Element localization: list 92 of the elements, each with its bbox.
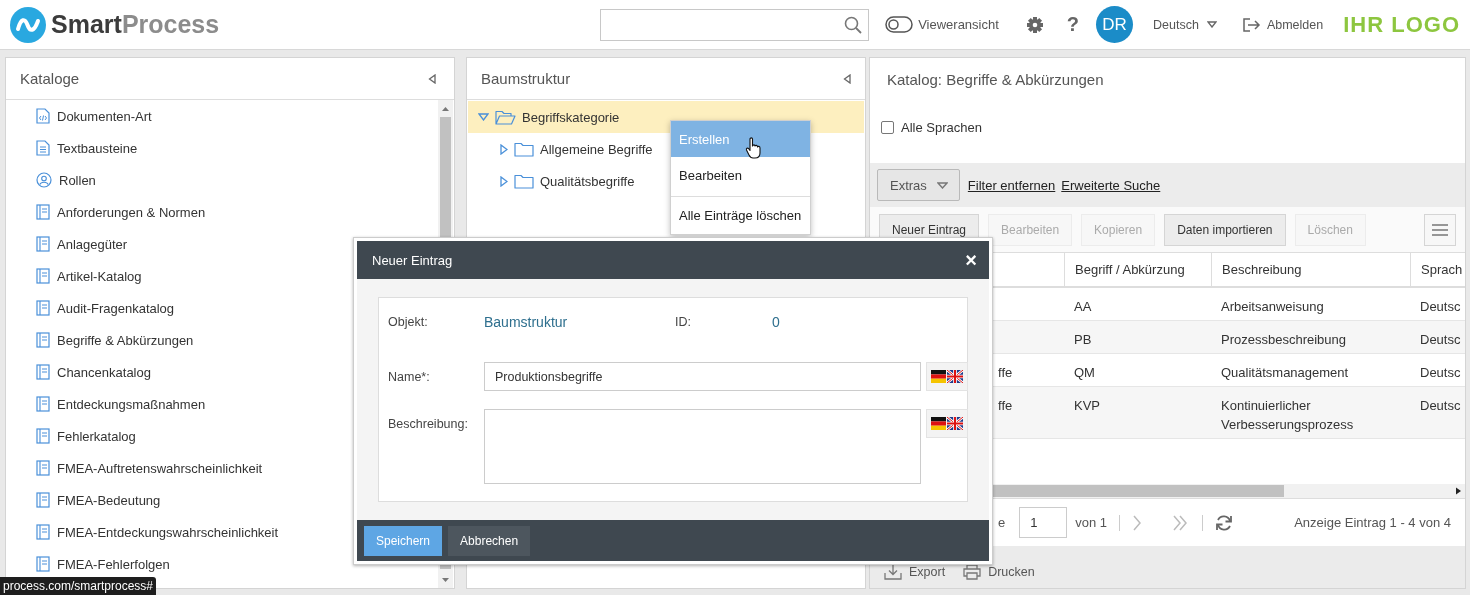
folder-icon	[514, 173, 534, 189]
logout-button[interactable]: Abmelden	[1242, 17, 1324, 32]
catalog-item[interactable]: FMEA-Auftretenswahrscheinlichkeit	[6, 452, 438, 484]
input-field[interactable]: Produktionsbegriffe	[484, 362, 921, 391]
toolbar-button[interactable]: Daten importieren	[1164, 213, 1286, 246]
column-header: Beschreibung	[1211, 253, 1410, 288]
catalog-item[interactable]: FMEA-Bedeutung	[6, 484, 438, 516]
catalog-item[interactable]: Dokumenten-Art	[6, 100, 438, 132]
open-folder-icon	[495, 109, 516, 125]
checkbox[interactable]	[881, 121, 894, 134]
user-avatar[interactable]: DR	[1096, 6, 1134, 43]
brand-name: SmartProcess	[51, 10, 220, 39]
code-file-icon	[36, 108, 50, 124]
checkbox-label: Alle Sprachen	[901, 120, 982, 135]
toggle-label: Vieweransicht	[918, 17, 999, 32]
print-button[interactable]: Drucken	[963, 564, 1035, 580]
field-label: Objekt:	[388, 315, 429, 329]
catalog-icon	[36, 428, 50, 444]
column-header: Sprach	[1410, 253, 1465, 288]
dialog-title: Neuer Eintrag	[372, 252, 453, 268]
menu-button[interactable]	[1424, 213, 1456, 246]
catalog-icon	[36, 492, 50, 508]
flags-icon	[931, 417, 963, 430]
page-count: von 1	[1075, 515, 1108, 530]
page-label: e	[998, 515, 1006, 530]
logo-icon	[10, 6, 46, 43]
catalog-icon	[36, 524, 50, 540]
folder-icon	[514, 141, 534, 157]
catalog-item[interactable]: Rollen	[6, 164, 438, 196]
catalog-icon	[36, 396, 50, 412]
extras-dropdown[interactable]: Extras	[877, 169, 960, 201]
printer-icon	[963, 564, 982, 580]
collapse-icon[interactable]	[428, 73, 436, 84]
menu-item[interactable]: Alle Einträge löschen	[671, 196, 810, 234]
table-cell: Deutsc	[1410, 387, 1465, 439]
catalog-item[interactable]: Textbausteine	[6, 132, 438, 164]
partner-logo: IHR LOGO	[1343, 11, 1460, 38]
catalog-item[interactable]: Anforderungen & Normen	[6, 196, 438, 228]
panel-title: Baumstruktur	[481, 70, 571, 87]
panel-title: Katalog: Begriffe & Abkürzungen	[887, 70, 1104, 88]
field-label: Name*:	[388, 370, 431, 386]
document-icon	[36, 140, 50, 156]
language-dropdown[interactable]: Deutsch	[1153, 17, 1217, 32]
flags-icon	[931, 370, 963, 383]
link[interactable]: Filter entfernen	[967, 177, 1056, 193]
page-info: Anzeige Eintrag 1 - 4 von 4	[1294, 515, 1451, 530]
column-header: Begriff / Abkürzung	[1064, 253, 1211, 288]
status-url: process.com/smartprocess#	[3, 579, 154, 593]
catalog-item[interactable]: Entdeckungsmaßnahmen	[6, 388, 438, 420]
table-cell: PB	[1064, 321, 1211, 354]
menu-icon	[1432, 223, 1448, 236]
language-button[interactable]	[926, 409, 968, 438]
refresh-icon[interactable]	[1215, 513, 1234, 532]
collapse-icon[interactable]	[843, 73, 851, 84]
field-label: Beschreibung:	[388, 417, 469, 433]
table-cell: KVP	[1064, 387, 1211, 439]
toggle-switch[interactable]	[885, 16, 914, 33]
expand-arrow-icon[interactable]	[500, 143, 508, 155]
catalog-icon	[36, 300, 50, 316]
close-button[interactable]: ×	[965, 248, 977, 272]
user-icon	[36, 172, 52, 188]
caret-icon	[1206, 21, 1217, 28]
table-cell: Kontinuierlicher Verbesserungsprozess	[1211, 387, 1410, 439]
catalog-icon	[36, 332, 50, 348]
table-cell: Prozessbeschreibung	[1211, 321, 1410, 354]
settings-icon[interactable]	[1026, 16, 1043, 33]
id-value: 0	[772, 314, 781, 330]
menu-item[interactable]: Bearbeiten	[671, 157, 810, 193]
caret-icon	[936, 181, 948, 189]
catalog-icon	[36, 556, 50, 572]
page-input[interactable]: 1	[1019, 507, 1068, 538]
help-button[interactable]: ?	[1064, 13, 1082, 36]
export-button[interactable]: Export	[884, 564, 946, 580]
logout-icon	[1242, 17, 1261, 32]
language-button[interactable]	[926, 362, 968, 391]
hand-cursor-icon	[745, 137, 761, 159]
catalog-icon	[36, 204, 50, 220]
object-value: Baumstruktur	[484, 314, 569, 330]
link[interactable]: Erweiterte Suche	[1061, 177, 1161, 193]
expand-arrow-icon[interactable]	[500, 175, 508, 187]
table-cell: Deutsc	[1410, 321, 1465, 354]
field-label: ID:	[675, 315, 692, 329]
panel-title: Kataloge	[20, 70, 80, 87]
catalog-icon	[36, 268, 50, 284]
catalog-icon	[36, 460, 50, 476]
cancel-button[interactable]: Abbrechen	[448, 525, 531, 556]
catalog-icon	[36, 236, 50, 252]
catalog-icon	[36, 364, 50, 380]
export-icon	[884, 564, 902, 580]
search-field[interactable]	[600, 8, 870, 41]
search-icon[interactable]	[844, 15, 863, 34]
expand-arrow-icon[interactable]	[478, 113, 489, 121]
